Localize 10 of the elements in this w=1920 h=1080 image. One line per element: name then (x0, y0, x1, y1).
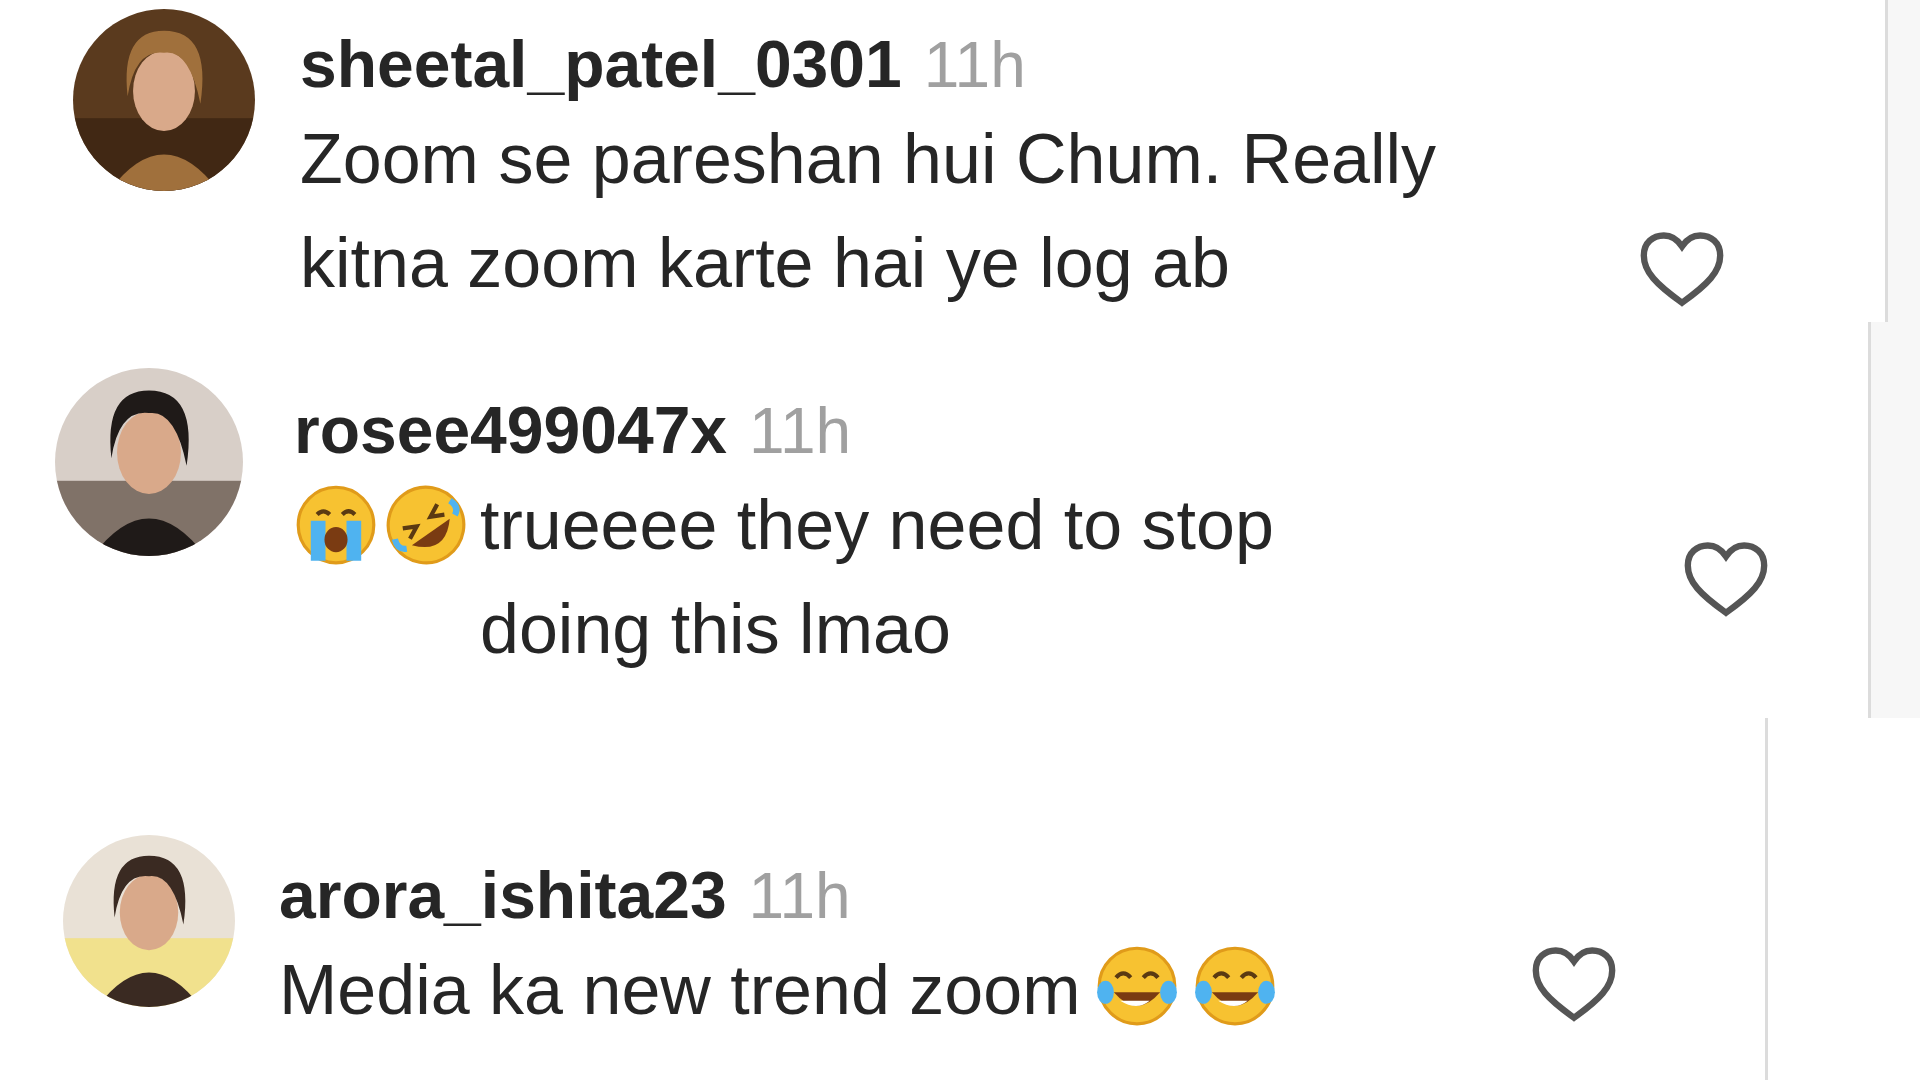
username[interactable]: sheetal_patel_0301 (300, 22, 902, 106)
comment-text: Media ka new trend zoom (279, 951, 1081, 1029)
comment-text: Zoom se pareshan hui Chum. Really kitna zoom karte hai ye log ab (300, 120, 1437, 302)
username[interactable]: arora_ishita23 (279, 853, 727, 937)
username[interactable]: rosee499047x (294, 388, 728, 472)
emoji-icon (384, 483, 468, 567)
emoji-icon (1192, 944, 1277, 1028)
emoji-icon (294, 483, 378, 567)
comment-text: trueeee they need to stop doing this lmao (479, 485, 1275, 670)
emoji-icon (1094, 944, 1179, 1028)
